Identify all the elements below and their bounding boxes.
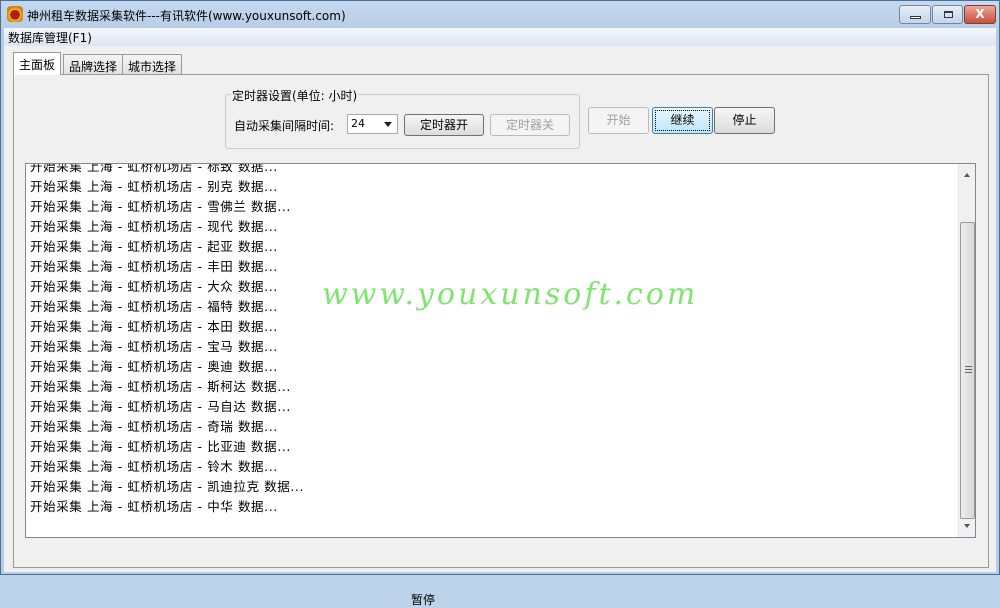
close-icon: X	[975, 7, 985, 21]
tab-city-select[interactable]: 城市选择	[122, 54, 183, 74]
log-line: 开始采集 上海 - 虹桥机场店 - 别克 数据...	[30, 179, 278, 194]
timer-off-button[interactable]: 定时器关	[490, 114, 570, 136]
log-line: 开始采集 上海 - 虹桥机场店 - 标致 数据...	[30, 163, 278, 174]
scroll-thumb[interactable]	[960, 222, 975, 519]
app-window: 神州租车数据采集软件---有讯软件(www.youxunsoft.com) X …	[0, 0, 1000, 607]
log-line: 开始采集 上海 - 虹桥机场店 - 斯柯达 数据...	[30, 379, 291, 394]
grip-icon	[965, 366, 972, 373]
log-line: 开始采集 上海 - 虹桥机场店 - 大众 数据...	[30, 279, 278, 294]
status-text: 暂停	[411, 593, 436, 607]
app-logo-icon	[7, 6, 23, 22]
log-line: 开始采集 上海 - 虹桥机场店 - 奇瑞 数据...	[30, 419, 278, 434]
watermark: www.youxunsoft.com	[322, 277, 699, 312]
tab-main-panel[interactable]: 主面板	[13, 52, 62, 75]
log-line: 开始采集 上海 - 虹桥机场店 - 起亚 数据...	[30, 239, 278, 254]
log-line: 开始采集 上海 - 虹桥机场店 - 铃木 数据...	[30, 459, 278, 474]
log-line: 开始采集 上海 - 虹桥机场店 - 现代 数据...	[30, 219, 278, 234]
log-line: 开始采集 上海 - 虹桥机场店 - 本田 数据...	[30, 319, 278, 334]
start-button[interactable]: 开始	[588, 107, 649, 134]
log-line: 开始采集 上海 - 虹桥机场店 - 中华 数据...	[30, 499, 278, 514]
log-line: 开始采集 上海 - 虹桥机场店 - 比亚迪 数据...	[30, 439, 291, 454]
log-scrollbar[interactable]	[958, 164, 975, 537]
log-textarea[interactable]: 开始采集 上海 - 虹桥机场店 - 标致 数据... 开始采集 上海 - 虹桥机场…	[25, 163, 976, 538]
log-line: 开始采集 上海 - 虹桥机场店 - 奥迪 数据...	[30, 359, 278, 374]
menu-database-management[interactable]: 数据库管理(F1)	[8, 29, 92, 46]
minimize-icon	[910, 16, 921, 19]
continue-button[interactable]: 继续	[652, 107, 713, 134]
timer-on-button[interactable]: 定时器开	[404, 114, 484, 136]
maximize-icon	[944, 11, 953, 18]
stop-button[interactable]: 停止	[714, 107, 775, 134]
tab-brand-select[interactable]: 品牌选择	[63, 54, 124, 74]
chevron-down-icon	[384, 122, 392, 131]
interval-value: 24	[351, 117, 365, 130]
timer-group-label: 定时器设置(单位: 小时)	[231, 87, 359, 104]
interval-label: 自动采集间隔时间:	[234, 119, 335, 133]
interval-select[interactable]: 24	[347, 114, 398, 134]
log-lines: 开始采集 上海 - 虹桥机场店 - 标致 数据... 开始采集 上海 - 虹桥机场…	[30, 163, 305, 517]
title-bar: 神州租车数据采集软件---有讯软件(www.youxunsoft.com) X	[1, 1, 999, 28]
log-line: 开始采集 上海 - 虹桥机场店 - 宝马 数据...	[30, 339, 278, 354]
window-title: 神州租车数据采集软件---有讯软件(www.youxunsoft.com)	[27, 9, 346, 23]
log-line: 开始采集 上海 - 虹桥机场店 - 雪佛兰 数据...	[30, 199, 291, 214]
scroll-up-icon[interactable]	[964, 170, 970, 177]
log-line: 开始采集 上海 - 虹桥机场店 - 福特 数据...	[30, 299, 278, 314]
log-line: 开始采集 上海 - 虹桥机场店 - 凯迪拉克 数据...	[30, 479, 305, 494]
minimize-button[interactable]	[899, 5, 931, 24]
log-line: 开始采集 上海 - 虹桥机场店 - 丰田 数据...	[30, 259, 278, 274]
close-button[interactable]: X	[964, 5, 996, 24]
log-line: 开始采集 上海 - 虹桥机场店 - 马自达 数据...	[30, 399, 291, 414]
main-panel: 定时器设置(单位: 小时) 自动采集间隔时间: 24 定时器开 定时器关 开始 …	[13, 74, 989, 607]
scroll-down-icon[interactable]	[964, 524, 970, 531]
menu-bar: 数据库管理(F1)	[4, 28, 996, 46]
timer-settings-group: 定时器设置(单位: 小时) 自动采集间隔时间: 24 定时器开 定时器关	[225, 87, 580, 149]
maximize-button[interactable]	[932, 5, 963, 24]
